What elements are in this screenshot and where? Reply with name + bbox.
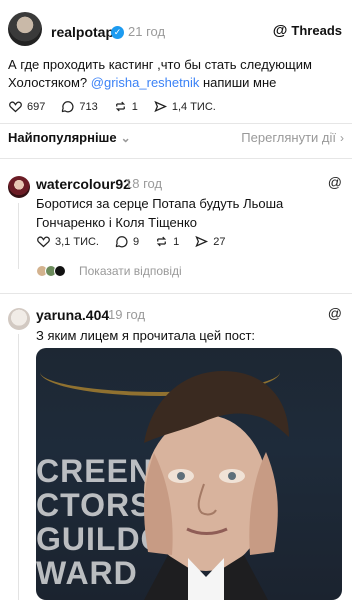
thread-line (18, 203, 19, 269)
show-replies-link[interactable]: Показати відповіді (79, 264, 182, 278)
sort-label: Найпопулярніше (8, 130, 117, 145)
comment-text: З яким лицем я прочитала цей пост: (36, 328, 256, 343)
repost-count: 1 (173, 235, 180, 248)
comment-button[interactable]: 9 (114, 234, 139, 249)
post-text: А где проходить кастинг ,что бы стать сл… (8, 56, 338, 92)
comment-text: Боротися за серце Потапа будуть Льоша Го… (36, 196, 284, 230)
repost-button[interactable]: 1 (154, 234, 179, 249)
comment-icon (115, 236, 128, 248)
divider (0, 293, 352, 294)
heart-icon (37, 236, 50, 248)
comment-count: 713 (79, 100, 98, 113)
comment-count: 9 (132, 235, 140, 248)
post-time: 21 год (128, 24, 166, 39)
comment-icon (62, 101, 74, 113)
sort-dropdown[interactable]: Найпопулярніше ⌄ (8, 130, 131, 145)
sort-bar: Найпопулярніше ⌄ Переглянути дії › (8, 130, 344, 145)
reaction-image[interactable]: CREEN CTORS GUILDO WARD (36, 348, 342, 600)
send-icon (195, 235, 209, 248)
person-illustration (144, 371, 289, 600)
threads-brand: @ Threads (273, 22, 342, 39)
send-icon (154, 100, 167, 113)
comment-time: 18 год (125, 176, 163, 191)
like-button[interactable]: 697 (8, 99, 45, 114)
reply-avatars (36, 265, 66, 277)
repost-icon (115, 101, 125, 112)
username[interactable]: realpotap (51, 24, 114, 40)
share-count: 27 (213, 235, 226, 248)
threads-logo-icon: @ (272, 22, 288, 39)
heart-icon (9, 101, 22, 113)
view-activity-label: Переглянути дії (241, 130, 336, 145)
share-count: 1,4 ТИС. (171, 100, 216, 113)
threads-icon[interactable]: @ (328, 174, 342, 190)
comment-actions: 3,1 ТИС. 9 1 27 (36, 234, 225, 249)
reply-avatar (54, 265, 66, 277)
divider (0, 123, 352, 124)
comment-avatar[interactable] (8, 176, 30, 198)
repost-count: 1 (131, 100, 138, 113)
avatar[interactable] (8, 12, 42, 46)
threads-icon[interactable]: @ (328, 305, 342, 321)
like-button[interactable]: 3,1 ТИС. (36, 234, 99, 249)
chevron-down-icon: ⌄ (120, 130, 131, 145)
mention-link[interactable]: @grisha_reshetnik (91, 75, 200, 90)
chevron-right-icon: › (340, 130, 344, 145)
post-text-after: напиши мне (199, 75, 277, 90)
comment-username[interactable]: yaruna.404 (36, 307, 109, 323)
thread-line (18, 334, 19, 600)
brand-name: Threads (291, 23, 342, 38)
like-count: 697 (27, 100, 46, 113)
repost-icon (156, 236, 167, 247)
comment-button[interactable]: 713 (60, 99, 98, 114)
repost-button[interactable]: 1 (113, 99, 138, 114)
comment-avatar[interactable] (8, 308, 30, 330)
view-activity-link[interactable]: Переглянути дії › (241, 130, 344, 145)
divider (0, 158, 352, 159)
verified-badge-icon: ✓ (111, 26, 124, 39)
comment-username[interactable]: watercolour92 (36, 176, 131, 192)
share-button[interactable]: 27 (194, 234, 225, 249)
post-actions: 697 713 1 1,4 ТИС. (8, 99, 216, 114)
comment-time: 19 год (108, 307, 146, 322)
share-button[interactable]: 1,4 ТИС. (153, 99, 216, 114)
like-count: 3,1 ТИС. (55, 235, 99, 248)
